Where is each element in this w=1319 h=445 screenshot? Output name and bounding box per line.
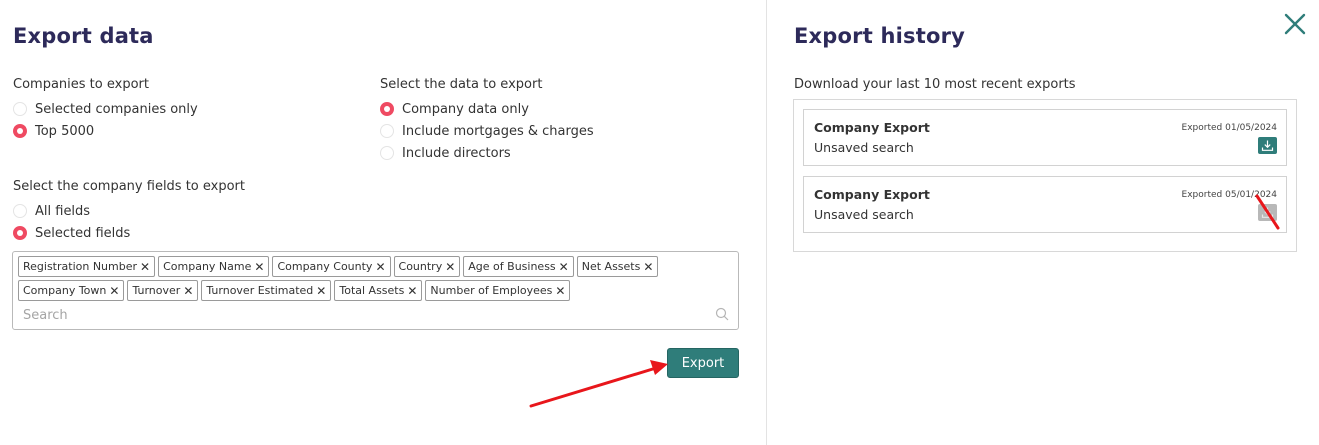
remove-x-icon[interactable]: ✕ bbox=[375, 261, 385, 273]
remove-x-icon[interactable]: ✕ bbox=[183, 285, 193, 297]
radio-label: Selected fields bbox=[35, 225, 131, 241]
field-chip-label: Net Assets bbox=[581, 260, 641, 273]
field-chip: Registration Number ✕ bbox=[18, 256, 156, 277]
export-item-title: Company Export bbox=[814, 187, 930, 202]
radio-label: Company data only bbox=[402, 101, 529, 117]
remove-x-icon[interactable]: ✕ bbox=[407, 285, 417, 297]
data-to-export-label: Select the data to export bbox=[380, 77, 543, 92]
remove-x-icon[interactable]: ✕ bbox=[445, 261, 455, 273]
field-chip: Total Assets ✕ bbox=[334, 280, 423, 301]
field-chip-label: Age of Business bbox=[468, 260, 556, 273]
remove-x-icon[interactable]: ✕ bbox=[140, 261, 150, 273]
export-button[interactable]: Export bbox=[667, 348, 739, 378]
remove-x-icon[interactable]: ✕ bbox=[555, 285, 565, 297]
radio-company-data-only[interactable]: Company data only bbox=[380, 99, 529, 119]
remove-x-icon[interactable]: ✕ bbox=[559, 261, 569, 273]
field-chip: Company Town ✕ bbox=[18, 280, 125, 301]
radio-label: Selected companies only bbox=[35, 101, 198, 117]
radio-button[interactable] bbox=[380, 146, 394, 160]
field-chip-label: Country bbox=[398, 260, 443, 273]
radio-button-checked[interactable] bbox=[380, 102, 394, 116]
export-history-list: Company Export Unsaved search Exported 0… bbox=[793, 99, 1297, 252]
radio-selected-companies-only[interactable]: Selected companies only bbox=[13, 99, 198, 119]
field-chip: Number of Employees ✕ bbox=[425, 280, 571, 301]
radio-top-5000[interactable]: Top 5000 bbox=[13, 121, 94, 141]
radio-button[interactable] bbox=[380, 124, 394, 138]
field-chip: Net Assets ✕ bbox=[576, 256, 659, 277]
download-button[interactable] bbox=[1258, 137, 1277, 154]
remove-x-icon[interactable]: ✕ bbox=[254, 261, 264, 273]
export-data-title: Export data bbox=[13, 24, 154, 48]
radio-label: Include directors bbox=[402, 145, 511, 161]
export-history-item: Company Export Unsaved search Exported 0… bbox=[803, 176, 1287, 233]
export-item-subtitle: Unsaved search bbox=[814, 140, 914, 155]
remove-x-icon[interactable]: ✕ bbox=[643, 261, 653, 273]
radio-button-checked[interactable] bbox=[13, 124, 27, 138]
radio-include-directors[interactable]: Include directors bbox=[380, 143, 511, 163]
fields-search-input[interactable] bbox=[23, 305, 703, 325]
download-icon bbox=[1261, 207, 1274, 218]
radio-label: All fields bbox=[35, 203, 91, 219]
field-chip: Turnover Estimated ✕ bbox=[201, 280, 332, 301]
radio-button-checked[interactable] bbox=[13, 226, 27, 240]
remove-x-icon[interactable]: ✕ bbox=[109, 285, 119, 297]
remove-x-icon[interactable]: ✕ bbox=[316, 285, 326, 297]
field-chip-label: Turnover bbox=[132, 284, 181, 297]
field-chip-label: Company Town bbox=[23, 284, 107, 297]
field-chip: Company Name ✕ bbox=[158, 256, 270, 277]
search-icon bbox=[715, 307, 729, 321]
field-chip-label: Turnover Estimated bbox=[206, 284, 314, 297]
field-chip-label: Registration Number bbox=[23, 260, 138, 273]
radio-label: Include mortgages & charges bbox=[402, 123, 594, 139]
export-item-date: Exported 01/05/2024 bbox=[1181, 123, 1277, 133]
export-history-subtitle: Download your last 10 most recent export… bbox=[794, 77, 1076, 92]
companies-to-export-label: Companies to export bbox=[13, 77, 149, 92]
radio-button[interactable] bbox=[13, 204, 27, 218]
field-chip: Age of Business ✕ bbox=[463, 256, 574, 277]
field-chip: Company County ✕ bbox=[272, 256, 391, 277]
radio-include-mortgages-charges[interactable]: Include mortgages & charges bbox=[380, 121, 594, 141]
export-history-panel: Export history Download your last 10 mos… bbox=[767, 0, 1319, 445]
export-item-title: Company Export bbox=[814, 120, 930, 135]
field-chip-label: Number of Employees bbox=[430, 284, 553, 297]
download-button-disabled[interactable] bbox=[1258, 204, 1277, 221]
download-icon bbox=[1261, 140, 1274, 151]
export-history-title: Export history bbox=[794, 24, 966, 48]
export-item-subtitle: Unsaved search bbox=[814, 207, 914, 222]
radio-selected-fields[interactable]: Selected fields bbox=[13, 223, 130, 243]
export-data-panel: Export data Companies to export Selected… bbox=[0, 0, 766, 445]
field-chip: Country ✕ bbox=[393, 256, 461, 277]
fields-multiselect[interactable]: Registration Number ✕ Company Name ✕ Company… bbox=[12, 251, 739, 330]
field-chip-label: Total Assets bbox=[339, 284, 405, 297]
radio-label: Top 5000 bbox=[35, 123, 95, 139]
company-fields-label: Select the company fields to export bbox=[13, 179, 246, 194]
selected-field-chips: Registration Number ✕ Company Name ✕ Company… bbox=[18, 256, 733, 301]
close-icon[interactable] bbox=[1283, 12, 1307, 36]
export-item-date: Exported 05/01/2024 bbox=[1181, 190, 1277, 200]
field-chip-label: Company County bbox=[277, 260, 373, 273]
radio-all-fields[interactable]: All fields bbox=[13, 201, 90, 221]
export-history-item: Company Export Unsaved search Exported 0… bbox=[803, 109, 1287, 166]
field-chip: Turnover ✕ bbox=[127, 280, 199, 301]
field-chip-label: Company Name bbox=[163, 260, 252, 273]
radio-button[interactable] bbox=[13, 102, 27, 116]
